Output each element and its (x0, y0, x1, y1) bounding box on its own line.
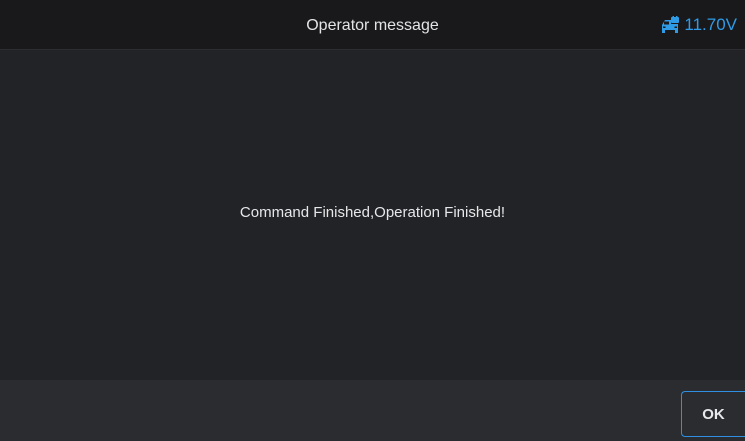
battery-voltage-indicator: 11.70V (660, 0, 737, 50)
operator-message-text: Command Finished,Operation Finished! (239, 204, 506, 221)
footer-bar: OK (0, 380, 745, 441)
page-title: Operator message (306, 17, 439, 34)
car-battery-icon (660, 16, 680, 34)
ok-button[interactable]: OK (681, 391, 745, 437)
voltage-value: 11.70V (684, 15, 737, 34)
header-bar: Operator message 11.70V (0, 0, 745, 50)
screen: Operator message 11.70V Command Finished… (0, 0, 745, 441)
message-area: Command Finished,Operation Finished! (0, 50, 745, 380)
